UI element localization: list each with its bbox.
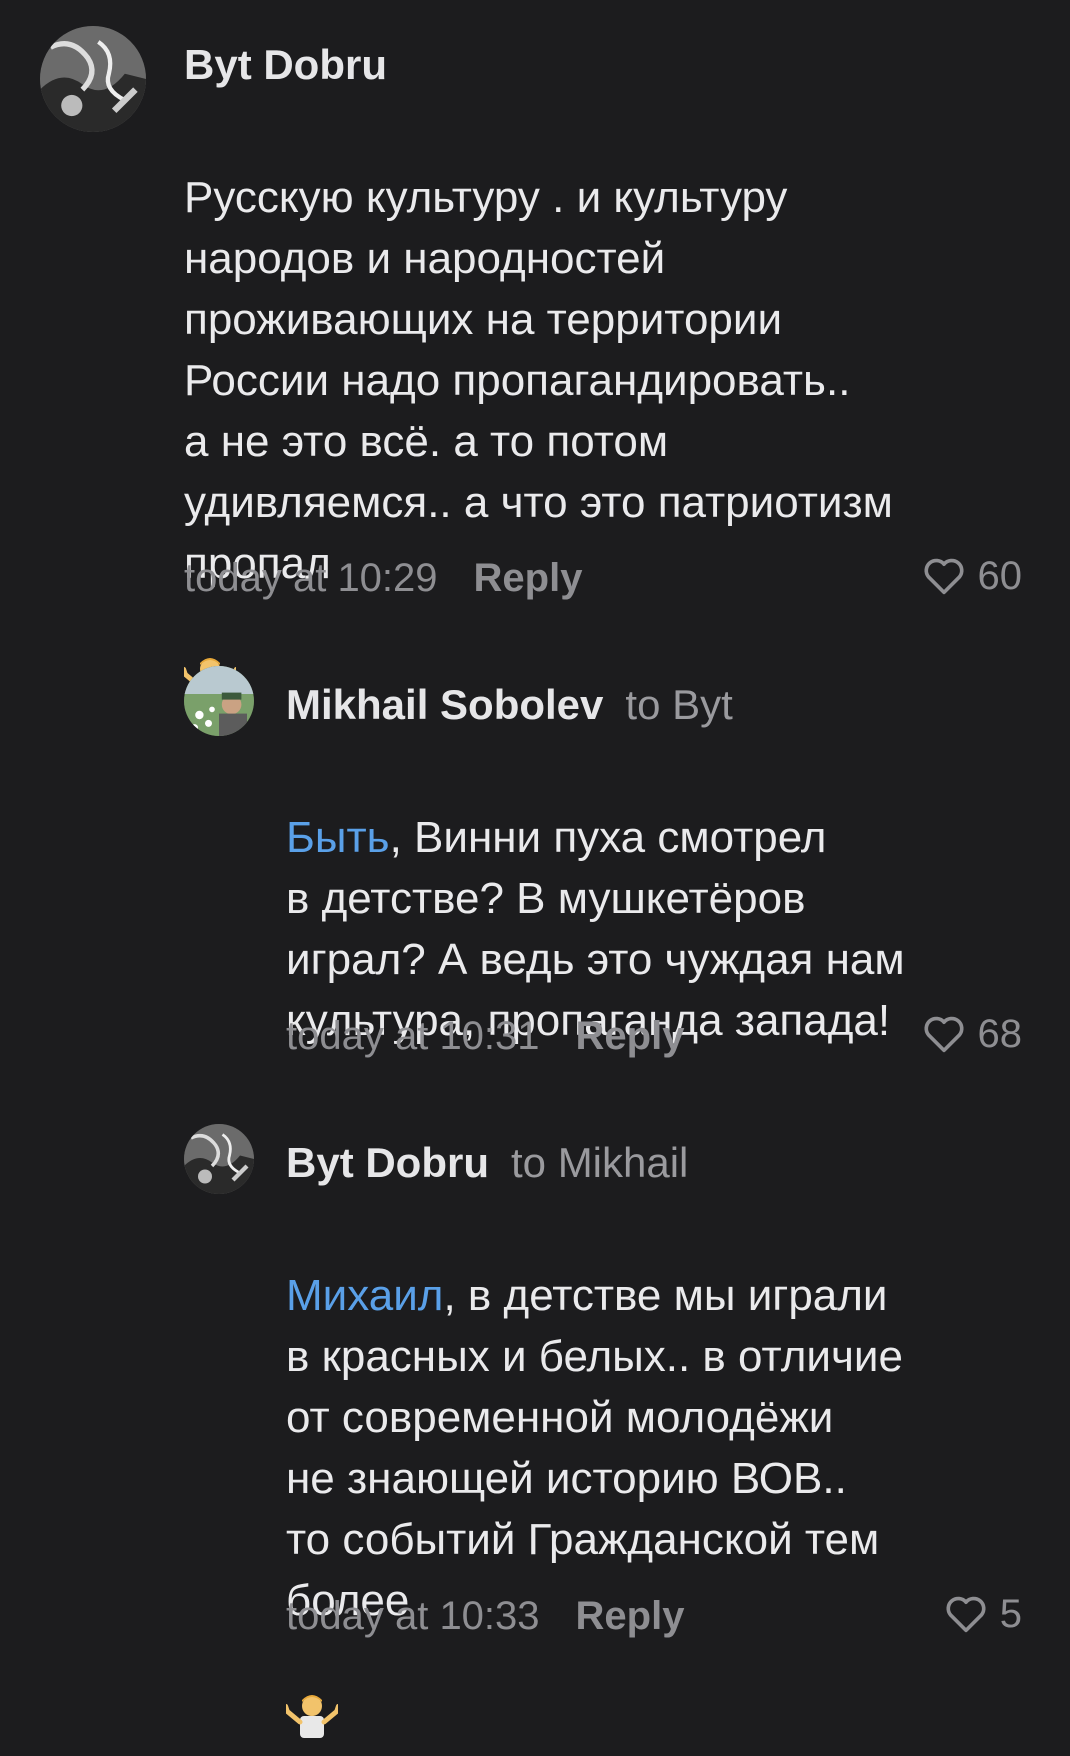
comment-meta: today at 10:33 Reply: [286, 1596, 684, 1636]
comment-author[interactable]: Byt Dobru to Mikhail: [286, 1142, 688, 1184]
avatar-image: [184, 666, 254, 736]
heart-icon: [923, 1016, 964, 1053]
like-count: 60: [977, 554, 1023, 598]
comment-meta: today at 10:31 Reply: [286, 1016, 684, 1056]
avatar-image: [184, 1124, 254, 1194]
like-button[interactable]: 5: [944, 1594, 1022, 1634]
avatar-image: [40, 26, 146, 132]
heart-icon: [923, 558, 964, 595]
comment-time: today at 10:29: [184, 556, 438, 600]
comment-time: today at 10:31: [286, 1014, 540, 1058]
reply-button[interactable]: Reply: [576, 1594, 685, 1638]
reply-button[interactable]: Reply: [576, 1014, 685, 1058]
mention-link[interactable]: Быть: [286, 813, 390, 862]
comment-text: Быть, Винни пуха смотрел в детстве? В му…: [286, 813, 905, 1045]
avatar[interactable]: [184, 1124, 254, 1194]
comment-2: Mikhail Sobolev to Byt Быть, Винни пуха с…: [0, 640, 1070, 1080]
reply-to[interactable]: to Mikhail: [511, 1139, 688, 1186]
comment-3: Byt Dobru to Mikhail Михаил, в детстве мы…: [0, 1098, 1070, 1738]
reply-button[interactable]: Reply: [474, 556, 583, 600]
person-shrugging-icon: [182, 594, 238, 701]
comment-1: Byt Dobru Русскую культуру . и культуру …: [0, 0, 1070, 701]
avatar[interactable]: [40, 26, 146, 132]
like-button[interactable]: 68: [922, 1012, 1023, 1056]
person-shrugging-icon: [284, 1631, 340, 1738]
comment-time: today at 10:33: [286, 1594, 540, 1638]
like-count: 5: [999, 1592, 1022, 1636]
comment-text: Русскую культуру . и культуру народов и …: [182, 106, 1044, 711]
mention-link[interactable]: Михаил: [286, 1271, 443, 1320]
avatar[interactable]: [184, 666, 254, 736]
like-button[interactable]: 60: [922, 554, 1023, 598]
comment-text: Михаил, в детстве мы играли в красных и …: [284, 1204, 1056, 1748]
comment-meta: today at 10:29 Reply: [184, 558, 582, 598]
heart-icon: [946, 1596, 986, 1633]
comment-author[interactable]: Mikhail Sobolev to Byt: [286, 684, 733, 726]
comment-author[interactable]: Byt Dobru: [184, 44, 387, 86]
like-count: 68: [977, 1012, 1023, 1056]
reply-to[interactable]: to Byt: [625, 681, 732, 728]
